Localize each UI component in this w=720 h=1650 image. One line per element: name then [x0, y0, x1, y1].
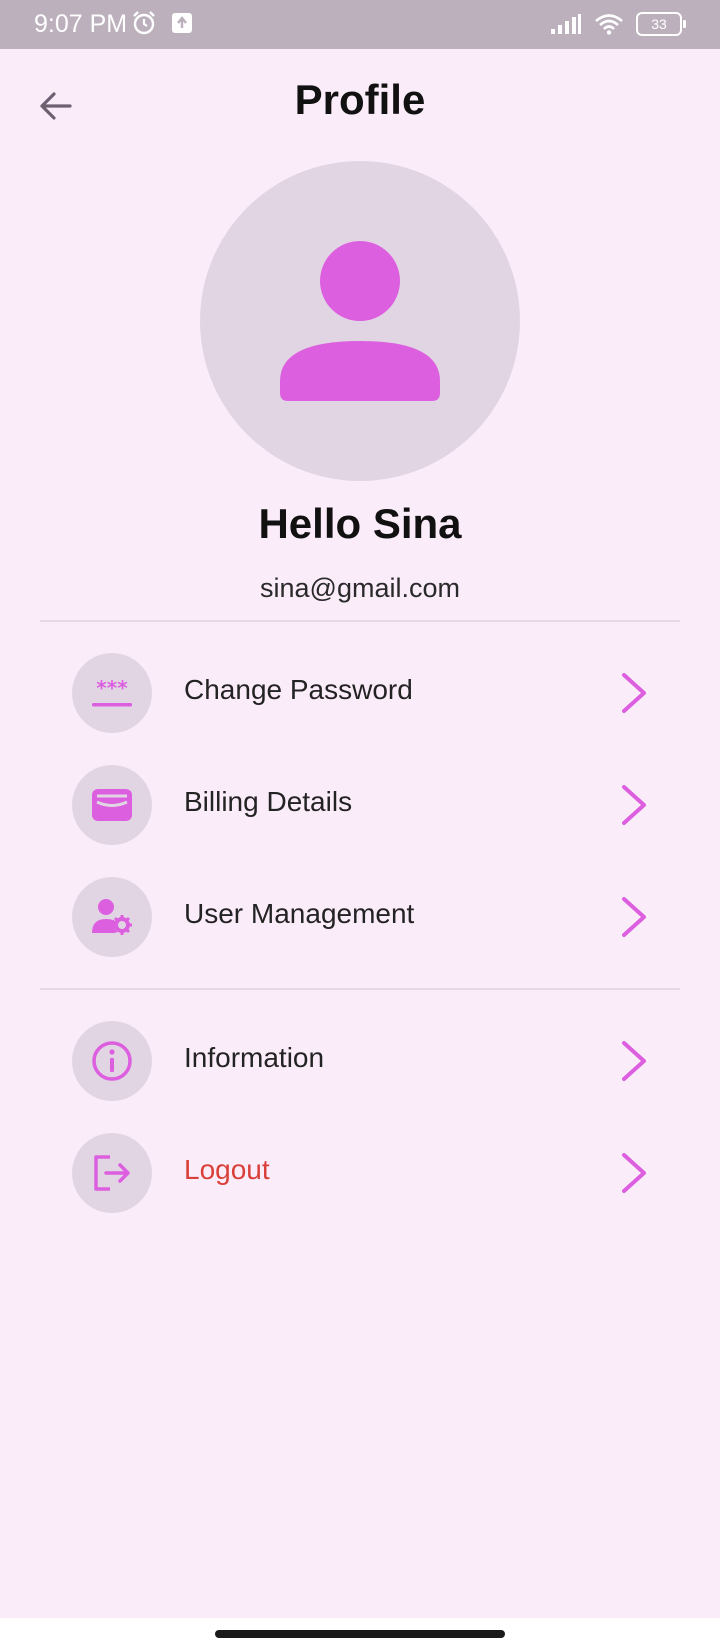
status-time: 9:07 PM — [34, 10, 128, 38]
chevron-right-icon — [622, 1153, 646, 1193]
chevron-right-icon — [622, 673, 646, 713]
info-icon — [92, 1041, 132, 1081]
user-settings-icon — [92, 899, 132, 935]
wallet-icon — [92, 789, 132, 821]
status-right-icons: 33 — [550, 12, 686, 36]
menu-item-logout[interactable]: Logout — [40, 1123, 680, 1223]
home-indicator[interactable] — [215, 1630, 505, 1638]
password-icon: *** — [92, 676, 132, 707]
menu-item-billing-details[interactable]: Billing Details — [40, 755, 680, 855]
menu-item-information[interactable]: Information — [40, 1011, 680, 1111]
menu-label: Logout — [184, 1154, 270, 1185]
status-bar: 9:07 PM 33 — [0, 0, 720, 49]
chevron-right-icon — [622, 785, 646, 825]
menu-label: Information — [184, 1042, 325, 1073]
page-title: Profile — [294, 76, 426, 123]
menu-label: Change Password — [184, 674, 413, 705]
chevron-right-icon — [622, 1041, 646, 1081]
menu-item-user-management[interactable]: User Management — [40, 867, 680, 967]
wifi-icon — [595, 14, 623, 35]
battery-indicator: 33 — [636, 12, 686, 36]
user-email: sina@gmail.com — [260, 573, 460, 603]
status-left-icons — [131, 10, 193, 36]
upload-icon — [172, 13, 192, 33]
signal-icon — [551, 14, 581, 34]
divider — [40, 988, 680, 990]
menu-label: Billing Details — [184, 786, 353, 817]
menu-item-change-password[interactable]: *** Change Password — [40, 643, 680, 743]
svg-text:***: *** — [96, 676, 128, 700]
menu-label: User Management — [184, 898, 415, 929]
chevron-right-icon — [622, 897, 646, 937]
alarm-icon — [133, 11, 155, 35]
avatar[interactable] — [200, 161, 520, 481]
person-icon — [280, 241, 440, 401]
logout-icon — [94, 1155, 130, 1191]
greeting-name: Hello Sina — [258, 500, 462, 547]
divider — [40, 620, 680, 622]
